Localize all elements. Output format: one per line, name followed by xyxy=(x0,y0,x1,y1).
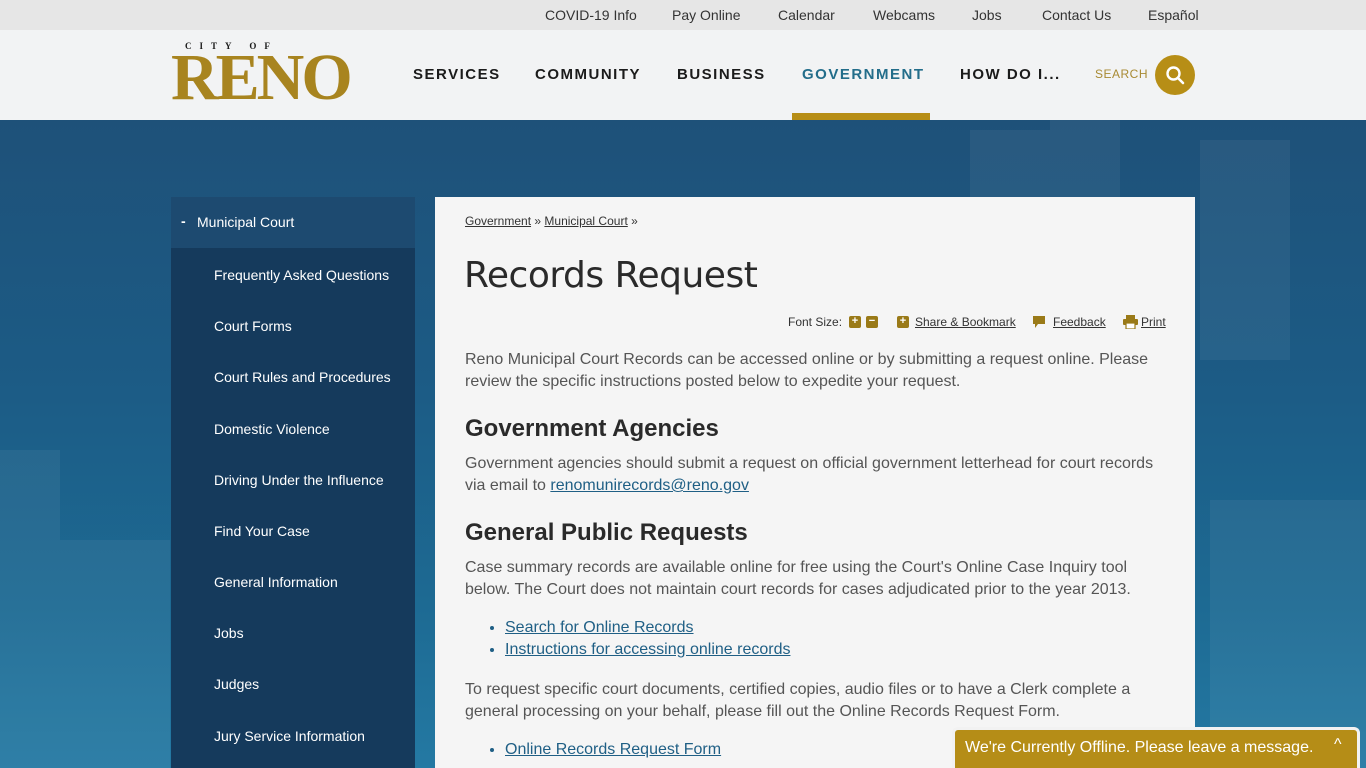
breadcrumb-separator: » xyxy=(631,214,638,228)
utility-link-covid[interactable]: COVID-19 Info xyxy=(545,7,637,23)
search-icon xyxy=(1166,66,1185,85)
search-label[interactable]: SEARCH xyxy=(1095,67,1148,81)
breadcrumb-separator: » xyxy=(534,214,542,228)
feedback-icon[interactable] xyxy=(1032,315,1046,329)
sidebar-item-judges[interactable]: Judges xyxy=(214,676,259,692)
sidebar-item-general-info[interactable]: General Information xyxy=(214,574,338,590)
content-panel: Government » Municipal Court » Records R… xyxy=(435,197,1195,768)
list-item: Instructions for accessing online record… xyxy=(505,639,790,661)
email-link[interactable]: renomunirecords@reno.gov xyxy=(550,477,749,494)
section-heading-government-agencies: Government Agencies xyxy=(465,415,719,442)
font-decrease-icon[interactable]: − xyxy=(866,316,878,328)
utility-link-pay-online[interactable]: Pay Online xyxy=(672,7,740,23)
search-button[interactable] xyxy=(1155,55,1195,95)
list-item: Search for Online Records xyxy=(505,617,790,639)
sidebar-item-jobs[interactable]: Jobs xyxy=(214,625,244,641)
font-size-label: Font Size: xyxy=(788,315,843,329)
sidebar-heading-label: Municipal Court xyxy=(197,214,295,230)
page-title: Records Request xyxy=(464,255,758,296)
nav-active-indicator xyxy=(792,113,930,120)
chevron-up-icon[interactable]: ^ xyxy=(1334,736,1342,754)
nav-government[interactable]: GOVERNMENT xyxy=(802,66,925,83)
logo-reno: RENO xyxy=(171,41,353,114)
sidebar-item-domestic-violence[interactable]: Domestic Violence xyxy=(214,421,330,437)
chat-widget[interactable]: We're Currently Offline. Please leave a … xyxy=(952,727,1360,768)
online-records-request-form-link[interactable]: Online Records Request Form xyxy=(505,741,721,758)
nav-how-do-i[interactable]: HOW DO I... xyxy=(960,66,1061,83)
sidebar-item-dui[interactable]: Driving Under the Influence xyxy=(214,472,384,488)
utility-link-webcams[interactable]: Webcams xyxy=(873,7,935,23)
sidebar-item-court-rules[interactable]: Court Rules and Procedures xyxy=(214,369,391,385)
sidebar-heading[interactable]: - Municipal Court xyxy=(171,197,415,248)
breadcrumb: Government » Municipal Court » xyxy=(465,214,638,228)
list-item: Online Records Request Form xyxy=(505,739,721,761)
general-public-text: Case summary records are available onlin… xyxy=(465,559,1131,598)
utility-link-calendar[interactable]: Calendar xyxy=(778,7,835,23)
nav-services[interactable]: SERVICES xyxy=(413,66,501,83)
utility-link-contact[interactable]: Contact Us xyxy=(1042,7,1111,23)
breadcrumb-municipal-court[interactable]: Municipal Court xyxy=(544,214,627,228)
share-icon[interactable]: + xyxy=(897,316,909,328)
utility-link-espanol[interactable]: Español xyxy=(1148,7,1199,23)
intro-text: Reno Municipal Court Records can be acce… xyxy=(465,351,1149,390)
utility-link-jobs[interactable]: Jobs xyxy=(972,7,1002,23)
share-bookmark-link[interactable]: Share & Bookmark xyxy=(915,315,1016,329)
sidebar-item-court-forms[interactable]: Court Forms xyxy=(214,318,292,334)
breadcrumb-government[interactable]: Government xyxy=(465,214,531,228)
utility-bar: COVID-19 Info Pay Online Calendar Webcam… xyxy=(0,0,1366,30)
request-documents-text: To request specific court documents, cer… xyxy=(465,681,1131,720)
sidebar-item-find-case[interactable]: Find Your Case xyxy=(214,523,310,539)
search-online-records-link[interactable]: Search for Online Records xyxy=(505,619,694,636)
print-link[interactable]: Print xyxy=(1141,315,1166,329)
instructions-online-records-link[interactable]: Instructions for accessing online record… xyxy=(505,641,790,658)
feedback-link[interactable]: Feedback xyxy=(1053,315,1106,329)
font-increase-icon[interactable]: + xyxy=(849,316,861,328)
city-logo[interactable]: CITY OF RENO xyxy=(171,41,353,111)
print-icon[interactable] xyxy=(1123,315,1138,329)
sidebar-item-faq[interactable]: Frequently Asked Questions xyxy=(214,267,389,283)
sidebar-nav: - Municipal Court Frequently Asked Quest… xyxy=(171,197,415,768)
section-heading-general-public: General Public Requests xyxy=(465,519,748,546)
government-agencies-text: Government agencies should submit a requ… xyxy=(465,453,1165,497)
nav-community[interactable]: COMMUNITY xyxy=(535,66,641,83)
sidebar-item-jury-service[interactable]: Jury Service Information xyxy=(214,728,365,744)
collapse-icon: - xyxy=(181,213,186,229)
site-header: CITY OF RENO SERVICES COMMUNITY BUSINESS… xyxy=(0,30,1366,120)
request-form-links: Online Records Request Form xyxy=(505,739,721,761)
chat-message: We're Currently Offline. Please leave a … xyxy=(965,739,1314,756)
online-records-links: Search for Online Records Instructions f… xyxy=(505,617,790,661)
nav-business[interactable]: BUSINESS xyxy=(677,66,766,83)
